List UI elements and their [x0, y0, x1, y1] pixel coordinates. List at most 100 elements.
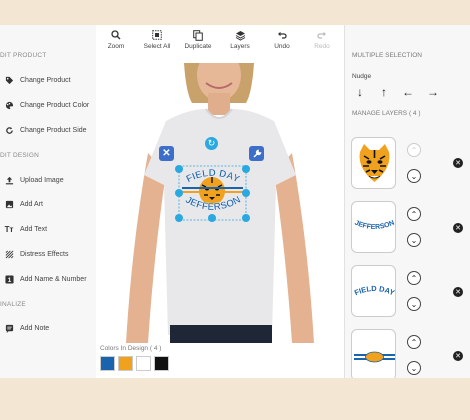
- sidebar-item-add-note[interactable]: Add Note: [2, 320, 94, 336]
- layer-2-move-up-button[interactable]: ⌃: [407, 207, 421, 221]
- sidebar-item-label: Change Product Side: [20, 126, 87, 134]
- right-panel: MULTIPLE SELECTION Nudge ↓ ↑ ← → MANAGE …: [344, 25, 470, 378]
- section-heading-finalize: INALIZE: [0, 301, 26, 308]
- layer-thumb-banner[interactable]: [351, 329, 396, 378]
- undo-button[interactable]: Undo: [262, 27, 302, 50]
- duplicate-icon: [193, 27, 203, 43]
- zoom-icon: [111, 27, 121, 43]
- layer-1-delete-button[interactable]: ✕: [453, 158, 463, 168]
- layer-2-delete-button[interactable]: ✕: [453, 223, 463, 233]
- color-swatch-blue[interactable]: [100, 356, 115, 371]
- sidebar-item-label: Upload Image: [20, 176, 64, 184]
- layer-thumb-tiger[interactable]: [351, 137, 396, 189]
- undo-label: Undo: [274, 43, 290, 50]
- layer-4-move-down-button[interactable]: ⌄: [407, 361, 421, 375]
- sidebar-item-add-text[interactable]: Tт Add Text: [2, 221, 94, 237]
- sidebar-item-distress-effects[interactable]: Distress Effects: [2, 246, 94, 262]
- toolbar: Zoom Select All Duplicate Layers Undo Re…: [96, 25, 344, 63]
- layer-4-delete-button[interactable]: ✕: [453, 351, 463, 361]
- layers-icon: [235, 27, 246, 43]
- sidebar-item-label: Add Name & Number: [20, 275, 87, 283]
- jefferson-thumbnail: JEFFERSON: [353, 220, 395, 231]
- sidebar-item-label: Add Art: [20, 200, 43, 208]
- colors-label: Colors In Design ( 4 ): [100, 345, 162, 352]
- sidebar-item-change-product[interactable]: Change Product: [2, 72, 94, 88]
- image-icon: [4, 199, 14, 209]
- palette-icon: [4, 100, 14, 110]
- svg-text:FIELD DAY: FIELD DAY: [353, 284, 396, 297]
- nudge-down-button[interactable]: ↓: [353, 85, 367, 99]
- chevron-down-icon: ⌄: [410, 299, 418, 309]
- delete-selection-button[interactable]: ✕: [159, 146, 174, 161]
- close-icon: ✕: [455, 289, 461, 296]
- duplicate-label: Duplicate: [184, 43, 212, 50]
- edit-selection-button[interactable]: [249, 146, 264, 161]
- redo-button[interactable]: Redo: [302, 27, 342, 50]
- sidebar-item-label: Change Product: [20, 76, 71, 84]
- select-all-button[interactable]: Select All: [137, 27, 177, 50]
- distress-icon: [4, 249, 14, 259]
- nudge-left-button[interactable]: ←: [401, 85, 415, 99]
- tag-icon: [4, 75, 14, 85]
- arrow-left-icon: ←: [402, 85, 414, 99]
- chevron-down-icon: ⌄: [410, 363, 418, 373]
- layer-4-move-up-button[interactable]: ⌃: [407, 335, 421, 349]
- banner-thumbnail: [354, 351, 395, 363]
- chevron-down-icon: ⌄: [410, 171, 418, 181]
- layer-1-move-down-button[interactable]: ⌄: [407, 169, 421, 183]
- layer-3-move-down-button[interactable]: ⌄: [407, 297, 421, 311]
- field-day-thumbnail: FIELD DAY: [353, 284, 396, 297]
- chevron-up-icon: ⌃: [410, 337, 418, 347]
- designer-app: DIT PRODUCT Change Product Change Produc…: [0, 25, 470, 378]
- sidebar-item-upload-image[interactable]: Upload Image: [2, 172, 94, 188]
- layers-label: Layers: [230, 43, 250, 50]
- layer-thumb-jefferson[interactable]: JEFFERSON: [351, 201, 396, 253]
- color-swatch-orange[interactable]: [118, 356, 133, 371]
- sidebar-item-change-product-side[interactable]: Change Product Side: [2, 122, 94, 138]
- rotate-icon: [4, 125, 14, 135]
- panel-title: MULTIPLE SELECTION: [352, 52, 422, 59]
- nudge-right-button[interactable]: →: [426, 85, 440, 99]
- layer-thumb-field-day[interactable]: FIELD DAY: [351, 265, 396, 317]
- duplicate-button[interactable]: Duplicate: [178, 27, 218, 50]
- wrench-icon: [252, 148, 262, 158]
- arrow-up-icon: ↑: [381, 85, 387, 99]
- chevron-down-icon: ⌄: [410, 235, 418, 245]
- color-swatch-black[interactable]: [154, 356, 169, 371]
- upload-icon: [4, 175, 14, 185]
- sidebar-item-add-art[interactable]: Add Art: [2, 196, 94, 212]
- colors-in-design: Colors In Design ( 4 ): [96, 343, 344, 378]
- sidebar-item-label: Add Text: [20, 225, 48, 233]
- chevron-up-icon: ⌃: [410, 273, 418, 283]
- close-icon: ✕: [455, 160, 461, 167]
- color-swatch-white[interactable]: [136, 356, 151, 371]
- chevron-up-icon: ⌃: [410, 145, 418, 155]
- redo-icon: [317, 27, 327, 43]
- close-icon: ✕: [455, 353, 461, 360]
- layer-3-label: FIELD DAY: [353, 284, 395, 297]
- sidebar-item-label: Distress Effects: [20, 250, 69, 258]
- rotate-icon: ↻: [207, 138, 216, 148]
- zoom-label: Zoom: [107, 43, 125, 50]
- redo-label: Redo: [314, 43, 330, 50]
- sidebar-item-add-name-number[interactable]: 1 Add Name & Number: [2, 271, 94, 287]
- close-icon: ✕: [162, 148, 171, 159]
- layer-3-delete-button[interactable]: ✕: [453, 287, 463, 297]
- layer-3-move-up-button[interactable]: ⌃: [407, 271, 421, 285]
- section-heading-design: DIT DESIGN: [0, 152, 40, 159]
- layer-2-move-down-button[interactable]: ⌄: [407, 233, 421, 247]
- section-heading-product: DIT PRODUCT: [0, 52, 47, 59]
- rotate-handle-button[interactable]: ↻: [205, 137, 218, 150]
- manage-layers-label: MANAGE LAYERS ( 4 ): [352, 110, 421, 117]
- arrow-right-icon: →: [427, 85, 439, 99]
- zoom-button[interactable]: Zoom: [96, 27, 136, 50]
- design-canvas[interactable]: FIELD DAY JEFFERSON ✕ ↻: [96, 63, 344, 343]
- svg-text:1: 1: [7, 276, 11, 283]
- layer-1-move-up-button[interactable]: ⌃: [407, 143, 421, 157]
- tshirt-model-image: FIELD DAY JEFFERSON: [126, 63, 314, 343]
- sidebar-item-label: Add Note: [20, 324, 50, 332]
- select-all-icon: [152, 27, 162, 43]
- nudge-up-button[interactable]: ↑: [377, 85, 391, 99]
- sidebar-item-change-product-color[interactable]: Change Product Color: [2, 97, 94, 113]
- layers-button[interactable]: Layers: [220, 27, 260, 50]
